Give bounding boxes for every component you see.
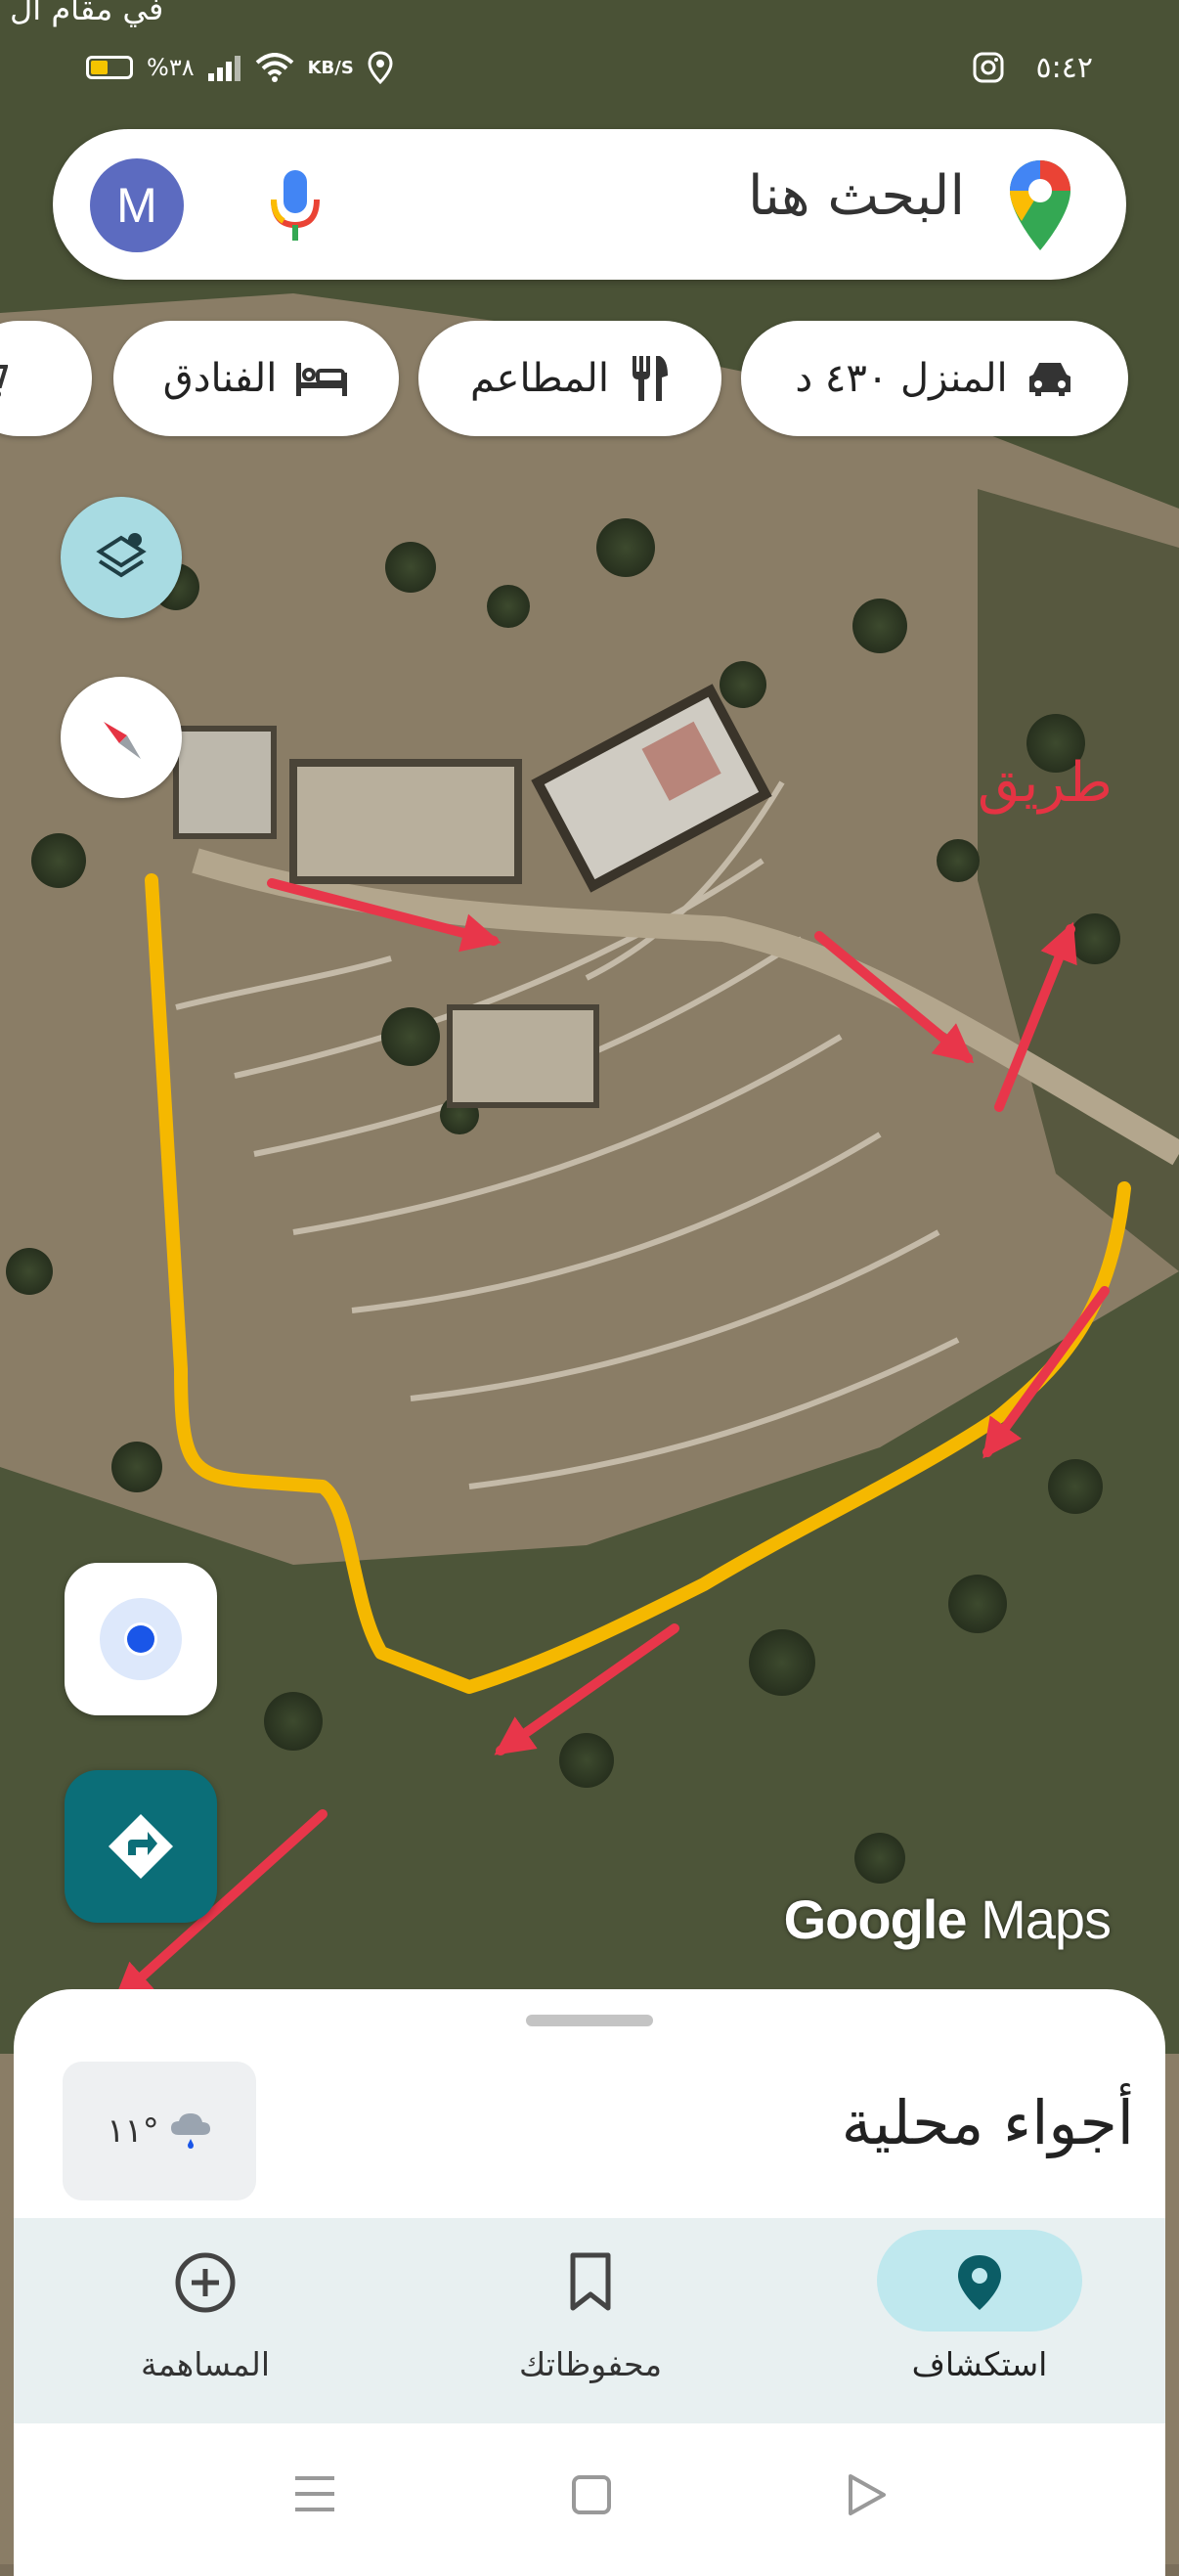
- search-input[interactable]: البحث هنا: [748, 164, 965, 228]
- attribution-maps: Maps: [981, 1888, 1112, 1950]
- add-circle-icon: [175, 2252, 236, 2313]
- nav-explore[interactable]: استكشاف: [833, 2218, 1126, 2423]
- my-location-icon: [100, 1598, 182, 1680]
- location-pin-icon: [958, 2255, 1001, 2310]
- google-maps-attribution: Google Maps: [783, 1888, 1112, 1951]
- cloud-rain-icon: [170, 2113, 210, 2149]
- compass-icon: [104, 722, 141, 759]
- system-navigation-bar: [14, 2423, 1165, 2564]
- mic-icon[interactable]: [266, 166, 325, 244]
- status-corner-text: في مقام ال: [10, 0, 164, 27]
- signal-icon: [207, 56, 240, 81]
- compass-button[interactable]: [61, 677, 182, 798]
- chip-home-label: المنزل ٤٣٠ د: [795, 356, 1008, 401]
- car-icon: [1028, 363, 1070, 396]
- cart-icon: [0, 365, 8, 397]
- google-maps-logo-icon: [1010, 160, 1070, 250]
- directions-button[interactable]: [65, 1770, 217, 1923]
- back-icon[interactable]: [845, 2472, 888, 2517]
- attribution-google: Google: [783, 1888, 968, 1950]
- restaurant-icon: [632, 356, 668, 401]
- nav-contribute-label: المساهمة: [141, 2345, 270, 2383]
- menu-icon[interactable]: [293, 2474, 336, 2513]
- directions-icon: [109, 1814, 173, 1879]
- layers-icon: [96, 533, 147, 578]
- nav-explore-label: استكشاف: [911, 2345, 1048, 2383]
- bottom-navigation: استكشاف محفوظاتك المساهمة: [14, 2218, 1165, 2423]
- chip-hotels[interactable]: الفنادق: [113, 321, 399, 436]
- weather-chip[interactable]: ١١°: [63, 2062, 256, 2200]
- chip-restaurants-label: المطاعم: [470, 356, 609, 401]
- bookmark-icon: [570, 2252, 611, 2311]
- status-icons: %٣٨ KB/S: [86, 51, 393, 84]
- map-annotation-road-label: طريق: [978, 751, 1113, 815]
- layers-button[interactable]: [61, 497, 182, 618]
- wifi-icon: [255, 53, 293, 82]
- status-bar: في مقام ال %٣٨ KB/S ٥:٤٢: [0, 0, 1179, 117]
- nav-saved[interactable]: محفوظاتك: [444, 2218, 737, 2423]
- nav-saved-label: محفوظاتك: [518, 2345, 663, 2383]
- status-time: ٥:٤٢: [1035, 51, 1093, 85]
- weather-temperature: ١١°: [107, 2111, 159, 2151]
- home-icon[interactable]: [571, 2474, 612, 2515]
- battery-percent: %٣٨: [147, 54, 195, 81]
- battery-icon: [86, 56, 133, 79]
- search-bar[interactable]: M البحث هنا: [53, 129, 1126, 280]
- chip-restaurants[interactable]: المطاعم: [418, 321, 721, 436]
- sheet-title: أجواء محلية: [841, 2087, 1134, 2158]
- sheet-drag-handle[interactable]: [526, 2015, 653, 2026]
- instagram-icon: [973, 52, 1004, 83]
- avatar[interactable]: M: [90, 158, 184, 252]
- network-speed: KB/S: [307, 57, 354, 78]
- my-location-button[interactable]: [65, 1563, 217, 1715]
- nav-contribute[interactable]: المساهمة: [59, 2218, 352, 2423]
- chip-hotels-label: الفنادق: [162, 356, 278, 401]
- chip-home[interactable]: المنزل ٤٣٠ د: [741, 321, 1128, 436]
- location-status-icon: [368, 51, 393, 84]
- hotel-icon: [296, 363, 348, 396]
